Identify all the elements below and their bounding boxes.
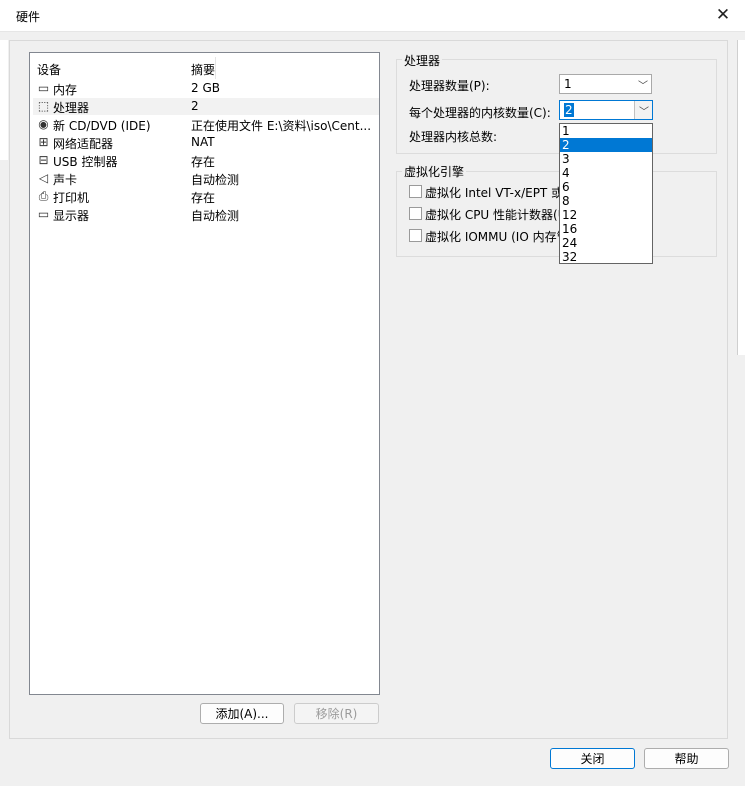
column-header-device[interactable]: 设备 (37, 61, 61, 78)
virtualize-iommu-option[interactable]: 虚拟化 IOMMU (IO 内存管 (409, 228, 561, 244)
device-row-processor[interactable]: ⬚ 处理器 2 (33, 98, 379, 115)
cores-option[interactable]: 3 (560, 152, 652, 166)
close-icon[interactable]: ✕ (709, 2, 737, 28)
cores-option[interactable]: 32 (560, 250, 652, 264)
printer-icon: ⎙ (38, 189, 49, 203)
device-row-memory[interactable]: ▭ 内存 2 GB (33, 80, 379, 97)
close-button[interactable]: 关闭 (550, 748, 635, 769)
processor-count-select[interactable]: 1 ﹀ (559, 74, 652, 94)
cores-option-selected[interactable]: 2 (560, 138, 652, 152)
column-header-summary[interactable]: 摘要 (191, 61, 215, 78)
device-row-sound-card[interactable]: ◁ 声卡 自动检测 (33, 170, 379, 187)
cores-dropdown-list[interactable]: 1 2 3 4 6 8 12 16 24 32 (559, 123, 653, 264)
virtualization-group-label: 虚拟化引擎 (402, 163, 467, 180)
add-button[interactable]: 添加(A)... (200, 703, 284, 724)
network-icon: ⊞ (38, 135, 49, 149)
device-row-printer[interactable]: ⎙ 打印机 存在 (33, 188, 379, 205)
device-summary: 自动检测 (191, 173, 240, 187)
device-row-usb-controller[interactable]: ⊟ USB 控制器 存在 (33, 152, 379, 169)
device-name: 处理器 (53, 101, 90, 115)
virtualize-vtx-checkbox[interactable] (409, 185, 422, 198)
device-summary: 存在 (191, 191, 216, 205)
device-summary: 存在 (191, 155, 216, 169)
total-cores-label: 处理器内核总数: (409, 130, 498, 144)
device-row-network-adapter[interactable]: ⊞ 网络适配器 NAT (33, 134, 379, 151)
device-row-cd-dvd[interactable]: ◉ 新 CD/DVD (IDE) 正在使用文件 E:\资料\iso\Cent..… (33, 116, 379, 133)
cores-per-processor-label: 每个处理器的内核数量(C): (409, 106, 551, 120)
cd-icon: ◉ (38, 117, 49, 131)
device-name: 新 CD/DVD (IDE) (53, 119, 151, 133)
background-window-strip-right (737, 40, 745, 355)
cores-option[interactable]: 12 (560, 208, 652, 222)
device-list[interactable]: 设备 摘要 ▭ 内存 2 GB ⬚ 处理器 2 ◉ 新 CD/DVD (IDE)… (29, 52, 380, 695)
cores-per-processor-value: 2 (564, 103, 574, 117)
device-name: 声卡 (53, 173, 78, 187)
chevron-down-icon: ﹀ (638, 81, 648, 92)
cores-option[interactable]: 1 (560, 124, 652, 138)
device-summary: 2 GB (191, 81, 220, 95)
cores-per-processor-select[interactable]: 2 ﹀ (559, 100, 653, 120)
cores-option[interactable]: 8 (560, 194, 652, 208)
device-summary: 2 (191, 99, 199, 113)
title-bar: 硬件 ✕ (0, 0, 745, 32)
virtualize-vtx-label: 虚拟化 Intel VT-x/EPT 或 (425, 186, 561, 200)
sound-icon: ◁ (38, 171, 49, 185)
processor-group-label: 处理器 (402, 52, 443, 69)
device-summary: 正在使用文件 E:\资料\iso\Cent... (191, 119, 372, 133)
device-summary: NAT (191, 135, 215, 149)
device-name: 内存 (53, 83, 78, 97)
device-summary: 自动检测 (191, 209, 240, 223)
device-name: 打印机 (53, 191, 90, 205)
dialog-title: 硬件 (16, 10, 41, 24)
remove-button[interactable]: 移除(R) (294, 703, 379, 724)
device-name: 显示器 (53, 209, 90, 223)
help-button[interactable]: 帮助 (644, 748, 729, 769)
virtualize-iommu-label: 虚拟化 IOMMU (IO 内存管 (425, 230, 561, 244)
virtualize-vtx-option[interactable]: 虚拟化 Intel VT-x/EPT 或 (409, 184, 561, 200)
virtualize-perf-counter-option[interactable]: 虚拟化 CPU 性能计数器(U (409, 206, 561, 222)
virtualize-iommu-checkbox[interactable] (409, 229, 422, 242)
cores-option[interactable]: 4 (560, 166, 652, 180)
display-icon: ▭ (37, 207, 50, 221)
column-separator[interactable] (215, 57, 216, 79)
memory-icon: ▭ (37, 81, 50, 95)
background-window-strip-left (0, 40, 8, 160)
cores-option[interactable]: 16 (560, 222, 652, 236)
usb-icon: ⊟ (38, 153, 49, 167)
virtualize-perf-counter-label: 虚拟化 CPU 性能计数器(U (425, 208, 561, 222)
cpu-icon: ⬚ (37, 99, 50, 113)
hardware-dialog: 硬件 ✕ 设备 摘要 ▭ 内存 2 GB ⬚ 处理器 2 ◉ 新 CD/DVD … (0, 0, 745, 786)
cores-option[interactable]: 24 (560, 236, 652, 250)
virtualize-perf-counter-checkbox[interactable] (409, 207, 422, 220)
processor-count-label: 处理器数量(P): (409, 79, 490, 93)
device-name: USB 控制器 (53, 155, 118, 169)
cores-option[interactable]: 6 (560, 180, 652, 194)
device-row-display[interactable]: ▭ 显示器 自动检测 (33, 206, 379, 223)
chevron-down-icon: ﹀ (639, 107, 649, 118)
processor-count-value: 1 (564, 77, 572, 91)
device-name: 网络适配器 (53, 137, 114, 151)
